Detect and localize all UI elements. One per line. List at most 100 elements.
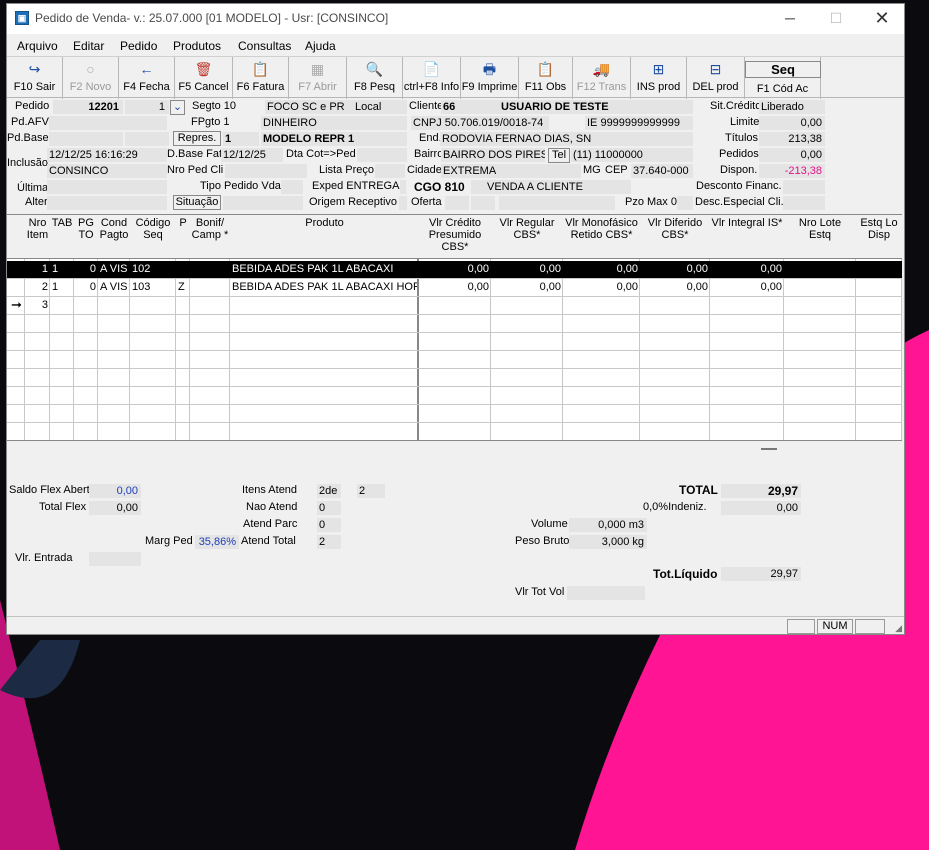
cell-produto[interactable]: BEBIDA ADES PAK 1L ABACAXI — [232, 263, 417, 275]
pdafv-seq-field[interactable] — [145, 116, 167, 130]
lista-preco-field[interactable] — [375, 164, 405, 178]
cell-produto[interactable]: BEBIDA ADES PAK 1L ABACAXI HOR — [232, 281, 417, 293]
pdafv-field[interactable] — [49, 116, 145, 130]
column-header[interactable]: Bonif/ Camp * — [190, 217, 230, 241]
cell-v3[interactable]: 0,00 — [565, 281, 638, 293]
table-row[interactable] — [7, 369, 902, 387]
table-row[interactable] — [7, 405, 902, 423]
toolbar-button-12[interactable]: ⊟ DEL prod — [687, 57, 745, 99]
cell-v3[interactable]: 0,00 — [565, 263, 638, 275]
toolbar-button-1[interactable]: ○ F2 Novo — [63, 57, 119, 99]
cell-cod[interactable]: 103 — [132, 281, 174, 293]
table-row[interactable] — [7, 423, 902, 440]
local-field[interactable]: Local — [353, 100, 407, 114]
column-header[interactable]: Nro Lote Estq — [784, 217, 856, 241]
oferta-field[interactable] — [445, 196, 469, 210]
segto-field[interactable]: FOCO SC e PR — [265, 100, 353, 114]
table-row[interactable]: 210 A VIS 103 Z BEBIDA ADES PAK 1L ABACAXI H… — [7, 279, 902, 297]
column-header[interactable]: Vlr Integral IS* — [710, 217, 784, 229]
column-header[interactable]: Produto — [230, 217, 419, 229]
cliente-code-field[interactable]: 66 — [441, 100, 499, 114]
column-header[interactable]: Estq Lo Disp — [856, 217, 902, 241]
vlr-entrada-field[interactable] — [89, 552, 141, 566]
cell-v5[interactable]: 0,00 — [712, 281, 782, 293]
table-row[interactable] — [7, 387, 902, 405]
menu-pedido[interactable]: Pedido — [120, 39, 157, 53]
column-header[interactable]: PG TO — [74, 217, 98, 241]
cell-cod[interactable]: 102 — [132, 263, 174, 275]
minimize-icon[interactable]: ─ — [767, 4, 813, 34]
cell-v4[interactable]: 0,00 — [642, 281, 708, 293]
toolbar-button-8[interactable]: 🖶 F9 Imprime — [461, 57, 519, 99]
situacao-button[interactable]: Situação — [173, 195, 221, 210]
cell-pg[interactable]: 0 — [76, 281, 96, 293]
cell-v2[interactable]: 0,00 — [493, 281, 561, 293]
table-row[interactable] — [7, 315, 902, 333]
cell-item[interactable]: 1 — [27, 263, 48, 275]
toolbar-button-9[interactable]: 📋 F11 Obs — [519, 57, 573, 99]
column-header[interactable]: Vlr Crédito Presumido CBS* — [419, 217, 491, 253]
menu-arquivo[interactable]: Arquivo — [17, 39, 58, 53]
cell-v1[interactable]: 0,00 — [421, 263, 489, 275]
maximize-icon[interactable]: ☐ — [813, 4, 859, 34]
toolbar-button-11[interactable]: ⊞ INS prod — [631, 57, 687, 99]
cell-p[interactable]: Z — [178, 281, 188, 293]
toolbar-button-4[interactable]: 📋 F6 Fatura — [233, 57, 289, 99]
horizontal-scrollbar[interactable] — [7, 441, 902, 457]
column-header[interactable]: Código Seq — [130, 217, 176, 241]
resize-grip-icon[interactable]: ◢ — [895, 623, 902, 634]
tipo-pedido-field[interactable] — [281, 180, 303, 194]
table-row[interactable]: ➞ 3 — [7, 297, 902, 315]
fpgto-field[interactable]: DINHEIRO — [261, 116, 407, 130]
scroll-grip-icon[interactable] — [761, 448, 777, 450]
pedido-number-field[interactable]: 12201 — [53, 100, 123, 114]
menu-produtos[interactable]: Produtos — [173, 39, 221, 53]
origem-field[interactable] — [399, 196, 407, 210]
table-row[interactable] — [7, 333, 902, 351]
repres-code-field[interactable]: 1 — [223, 132, 259, 146]
cell-v4[interactable]: 0,00 — [642, 263, 708, 275]
toolbar-button-3[interactable]: 🗑 F5 Cancel — [175, 57, 233, 99]
table-row[interactable] — [7, 351, 902, 369]
repres-button[interactable]: Repres. — [173, 131, 221, 146]
column-header[interactable]: Vlr Diferido CBS* — [640, 217, 710, 241]
oferta-seq-field[interactable] — [471, 196, 495, 210]
cell-v5[interactable]: 0,00 — [712, 263, 782, 275]
cell-v1[interactable]: 0,00 — [421, 281, 489, 293]
nropedcli-field[interactable] — [225, 164, 307, 178]
toolbar-button-0[interactable]: ↪ F10 Sair — [7, 57, 63, 99]
column-header[interactable]: Cond Pagto — [98, 217, 130, 241]
column-header[interactable]: Vlr Regular CBS* — [491, 217, 563, 241]
tel-button[interactable]: Tel — [548, 148, 570, 163]
cell-tab[interactable]: 1 — [52, 263, 72, 275]
pedido-dropdown-icon[interactable]: ⌄ — [170, 100, 185, 115]
cell-cond[interactable]: A VIS — [100, 263, 128, 275]
pdbase-seq-field[interactable] — [125, 132, 169, 146]
menu-ajuda[interactable]: Ajuda — [305, 39, 336, 53]
column-header[interactable]: P — [176, 217, 190, 229]
dbase-field[interactable]: 12/12/25 — [221, 148, 283, 162]
toolbar-button-5[interactable]: ▦ F7 Abrir — [289, 57, 347, 99]
pdbase-field[interactable] — [49, 132, 123, 146]
seq-button[interactable]: Seq — [745, 61, 821, 78]
menu-editar[interactable]: Editar — [73, 39, 104, 53]
table-row[interactable]: 110A VIS 102 BEBIDA ADES PAK 1L ABACAXI 0,0… — [7, 261, 902, 279]
exped-field[interactable] — [400, 180, 406, 194]
cell-cond[interactable]: A VIS — [100, 281, 128, 293]
cell-tab[interactable]: 1 — [52, 281, 72, 293]
cell-v2[interactable]: 0,00 — [493, 263, 561, 275]
column-header[interactable]: Vlr Monofásico Retido CBS* — [563, 217, 640, 241]
toolbar-button-2[interactable]: ← F4 Fecha — [119, 57, 175, 99]
cell-item[interactable]: 2 — [27, 281, 48, 293]
menu-consultas[interactable]: Consultas — [238, 39, 291, 53]
pedido-seq-field[interactable]: 1 — [125, 100, 169, 114]
cell-item[interactable]: 3 — [27, 299, 48, 311]
dtacot-field[interactable] — [357, 148, 407, 162]
cell-pg[interactable]: 0 — [76, 263, 96, 275]
column-header[interactable]: Nro Item — [25, 217, 50, 241]
column-header[interactable]: TAB — [50, 217, 74, 229]
toolbar-button-6[interactable]: 🔍 F8 Pesq — [347, 57, 403, 99]
toolbar-button-10[interactable]: 🚚 F12 Trans — [573, 57, 631, 99]
close-icon[interactable]: ✕ — [859, 4, 904, 34]
toolbar-button-7[interactable]: 📄 ctrl+F8 Info — [403, 57, 461, 99]
